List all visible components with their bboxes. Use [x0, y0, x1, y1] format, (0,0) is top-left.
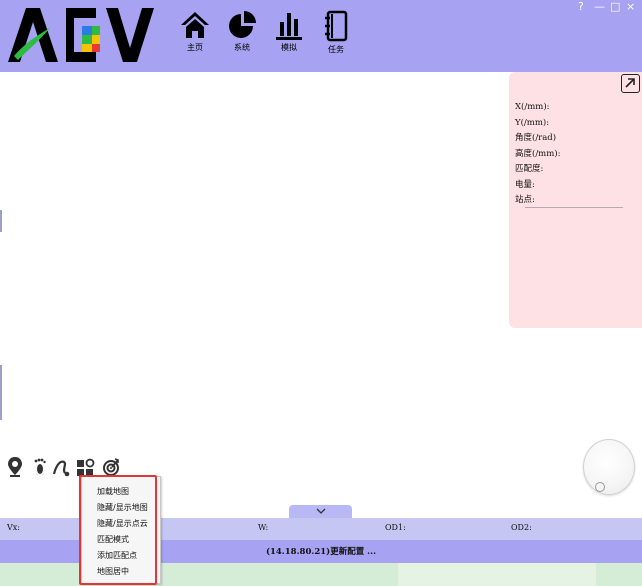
menu-load-map[interactable]: 加载地图: [97, 487, 129, 497]
od2-label: OD2:: [511, 523, 532, 532]
menu-center-map[interactable]: 地图居中: [97, 567, 129, 577]
menu-add-match-point[interactable]: 添加匹配点: [97, 551, 137, 561]
target-icon: [103, 458, 119, 476]
menu-toggle-map[interactable]: 隐藏/显示地图: [97, 503, 148, 513]
target-tool[interactable]: [101, 456, 121, 478]
footprint-tool[interactable]: [30, 456, 50, 478]
maximize-button[interactable]: □: [610, 1, 620, 13]
info-match: 匹配度:: [515, 164, 544, 174]
help-button[interactable]: ?: [578, 1, 584, 13]
agv-logo: [8, 8, 154, 62]
nav-system-button[interactable]: 系统: [222, 10, 262, 62]
nodes-icon: [77, 458, 95, 476]
info-y: Y(/mm):: [515, 117, 550, 128]
location-pin-tool[interactable]: [6, 456, 26, 478]
bottom-panel-column: [398, 563, 596, 586]
footprint-icon: [34, 458, 46, 474]
app-header: 主页 系统 模拟 任务 ? — □ ×: [0, 0, 642, 72]
location-pin-icon: [8, 457, 22, 477]
map-context-menu: 加载地图 隐藏/显示地图 隐藏/显示点云 匹配模式 添加匹配点 地图居中: [81, 476, 161, 584]
nav-simulation-label: 模拟: [281, 43, 297, 52]
station-underline: [525, 207, 623, 208]
notebook-icon: [325, 10, 348, 42]
robot-info-panel: X(/mm): Y(/mm): 角度(/rad) 高度(/mm): 匹配度: 电…: [509, 72, 642, 328]
left-edge-marker: [0, 365, 2, 420]
info-list: X(/mm): Y(/mm): 角度(/rad) 高度(/mm): 匹配度: 电…: [515, 100, 560, 209]
nav-system-label: 系统: [234, 43, 250, 52]
od1-label: OD1:: [385, 523, 406, 532]
info-battery: 电量:: [515, 179, 535, 190]
vx-label: Vx:: [7, 523, 20, 532]
joystick-knob[interactable]: [595, 482, 605, 492]
nav-task-button[interactable]: 任务: [316, 10, 356, 62]
left-edge-marker: [0, 210, 2, 232]
info-x: X(/mm):: [515, 102, 550, 112]
w-label: W:: [258, 523, 269, 532]
info-angle: 角度(/rad): [515, 133, 557, 143]
menu-match-mode[interactable]: 匹配模式: [97, 535, 129, 545]
bar-chart-icon: [276, 13, 302, 40]
nav-home-button[interactable]: 主页: [175, 10, 215, 62]
nodes-tool[interactable]: [76, 456, 96, 478]
pie-chart-icon: [229, 11, 256, 38]
path-icon: [52, 460, 70, 477]
home-icon: [181, 12, 209, 38]
expand-arrow-icon: [625, 78, 635, 88]
chevron-down-icon: [316, 508, 326, 514]
minimize-button[interactable]: —: [594, 1, 605, 13]
info-height: 高度(/mm):: [515, 148, 561, 159]
nav-simulation-button[interactable]: 模拟: [269, 10, 309, 62]
nav-task-label: 任务: [328, 45, 344, 54]
close-button[interactable]: ×: [626, 1, 635, 13]
expand-panel-button[interactable]: [621, 74, 640, 93]
menu-toggle-pointcloud[interactable]: 隐藏/显示点云: [97, 519, 148, 529]
collapse-panel-tab[interactable]: [289, 505, 352, 519]
path-tool[interactable]: [52, 456, 72, 478]
joystick-control[interactable]: [583, 439, 635, 495]
nav-home-label: 主页: [187, 43, 203, 52]
